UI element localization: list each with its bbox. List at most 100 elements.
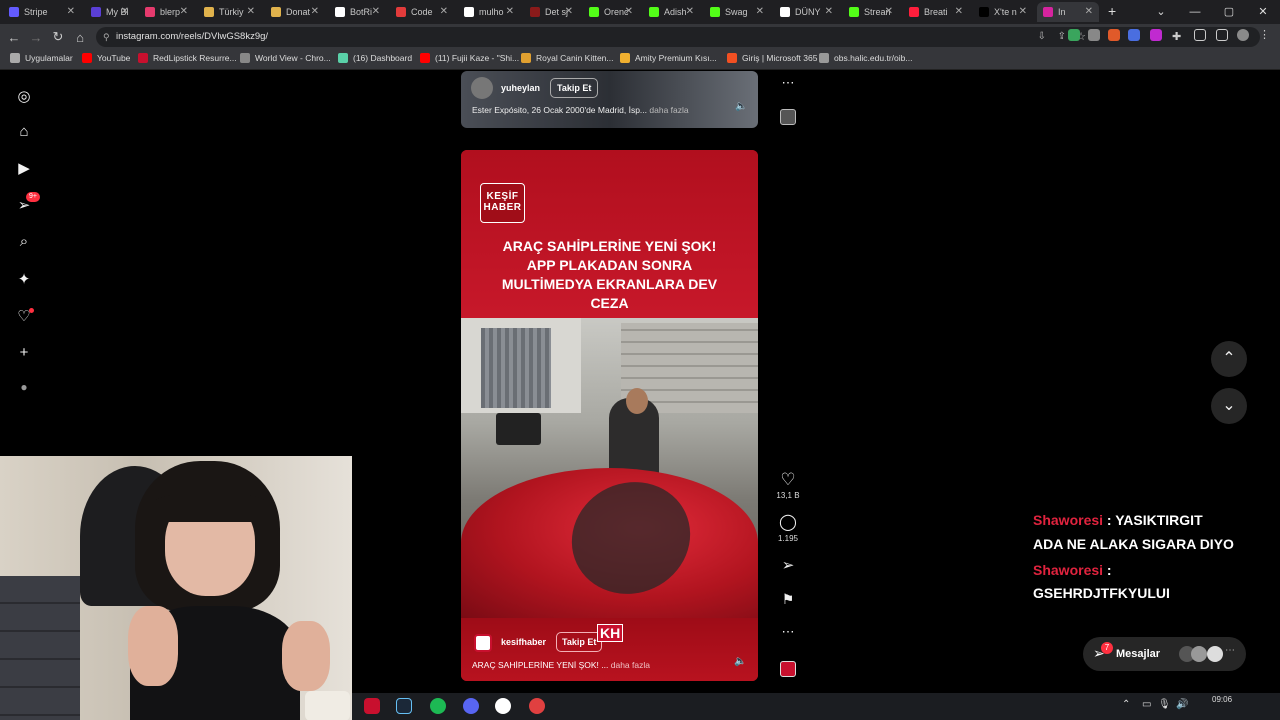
app-spotify-icon[interactable] [430, 698, 446, 714]
reel-video-frame[interactable] [461, 318, 758, 618]
current-reel[interactable]: KEŞİF HABER ARAÇ SAHİPLERİNE YENİ ŞOK! A… [461, 150, 758, 681]
close-tab-icon[interactable]: ✕ [1019, 6, 1027, 17]
close-tab-icon[interactable]: ✕ [180, 6, 188, 17]
reload-icon[interactable]: ↻ [47, 29, 69, 45]
browser-tab[interactable]: Donat ✕ [265, 2, 325, 22]
taskbar-clock[interactable]: 09:06 [1212, 695, 1232, 704]
extension-icon[interactable] [1150, 29, 1162, 41]
bookmark-item[interactable]: Giriş | Microsoft 365 [727, 53, 817, 63]
tray-network-icon[interactable]: ▭ [1142, 699, 1151, 710]
close-tab-icon[interactable]: ✕ [686, 6, 694, 17]
tray-mic-icon[interactable]: 🎙 [1158, 699, 1171, 710]
audio-icon[interactable]: 🔈 [735, 101, 747, 112]
search-icon[interactable]: ⌕ [16, 233, 32, 250]
close-tab-icon[interactable]: ✕ [625, 6, 633, 17]
avatar[interactable] [471, 77, 493, 99]
more-options-icon[interactable]: ⋯ [778, 75, 798, 91]
side-panel-icon[interactable] [1216, 29, 1228, 41]
app-obs-icon[interactable] [495, 698, 511, 714]
save-bookmark-icon[interactable]: ⚑ [778, 591, 798, 608]
extension-icon[interactable] [1088, 29, 1100, 41]
close-tab-icon[interactable]: ✕ [440, 6, 448, 17]
bookmark-item[interactable]: (16) Dashboard [338, 53, 412, 63]
extension-icon[interactable] [1128, 29, 1140, 41]
share-icon[interactable]: ⇪ [1058, 27, 1066, 47]
profile-avatar-icon[interactable] [1237, 29, 1249, 41]
bookmark-item[interactable]: Uygulamalar [10, 53, 73, 63]
extensions-puzzle-icon[interactable]: ✚ [1172, 30, 1184, 43]
reels-icon[interactable]: ▶ [16, 159, 32, 177]
avatar[interactable] [474, 634, 492, 652]
explore-icon[interactable]: ✦ [16, 270, 32, 288]
app-steam-icon[interactable] [396, 698, 412, 714]
more-link[interactable]: daha fazla [649, 105, 688, 115]
browser-tab[interactable]: Breati ✕ [903, 2, 969, 22]
close-window-button[interactable]: ✕ [1246, 0, 1280, 24]
comment-icon[interactable]: ◯ [778, 512, 798, 532]
browser-tab[interactable]: Orenc ✕ [583, 2, 639, 22]
browser-tab[interactable]: Strean ✕ [843, 2, 899, 22]
browser-tab[interactable]: Türkiy ✕ [198, 2, 261, 22]
reel-username[interactable]: yuheylan [501, 83, 540, 93]
browser-tab[interactable]: Code ✕ [390, 2, 454, 22]
audio-thumbnail[interactable] [780, 109, 796, 125]
install-icon[interactable]: ⇩ [1038, 27, 1046, 47]
back-arrow-icon[interactable]: ← [3, 30, 25, 45]
bookmark-item[interactable]: obs.halic.edu.tr/oib... [819, 53, 912, 63]
browser-tab[interactable]: DÜNY ✕ [774, 2, 839, 22]
menu-kebab-icon[interactable]: ⋮ [1259, 28, 1271, 41]
tray-chevron-up-icon[interactable]: ⌃ [1122, 699, 1130, 710]
browser-tab[interactable]: In ✕ [1037, 2, 1099, 22]
bookmark-item[interactable]: Amity Premium Kısı... [620, 53, 717, 63]
bookmark-item[interactable]: (11) Fujii Kaze - "Shi... [420, 53, 519, 63]
previous-reel-chevron-up-icon[interactable]: ⌃ [1211, 341, 1247, 377]
messages-bar[interactable]: ➢ 7 Mesajlar ⋯ [1083, 637, 1246, 671]
close-tab-icon[interactable]: ✕ [825, 6, 833, 17]
address-bar[interactable]: ⚲ instagram.com/reels/DVlwGS8kz9g/ ⇩ ⇪ ☆ [96, 27, 1260, 47]
maximize-button[interactable]: ▢ [1212, 0, 1246, 24]
close-tab-icon[interactable]: ✕ [955, 6, 963, 17]
bookmark-item[interactable]: World View - Chro... [240, 53, 331, 63]
extension-shield-icon[interactable] [1068, 29, 1080, 41]
app-discord-icon[interactable] [463, 698, 479, 714]
previous-reel[interactable]: yuheylan Takip Et Ester Expósito, 26 Oca… [461, 71, 758, 128]
more-options-icon[interactable]: ⋯ [778, 624, 798, 640]
app-voicemod-icon[interactable] [364, 698, 380, 714]
extension-icon[interactable] [1108, 29, 1120, 41]
browser-tab[interactable]: My Bl ✕ [85, 2, 135, 22]
close-tab-icon[interactable]: ✕ [1085, 6, 1093, 17]
bookmark-item[interactable]: RedLipstick Resurre... [138, 53, 237, 63]
close-tab-icon[interactable]: ✕ [885, 6, 893, 17]
more-link[interactable]: daha fazla [611, 660, 650, 670]
app-chrome-icon[interactable] [529, 698, 545, 714]
minimize-button[interactable]: — [1178, 0, 1212, 24]
browser-tab[interactable]: mulho ✕ [458, 2, 520, 22]
browser-tab[interactable]: BotRi ✕ [329, 2, 386, 22]
browser-tab[interactable]: X'te n ✕ [973, 2, 1033, 22]
close-tab-icon[interactable]: ✕ [372, 6, 380, 17]
share-send-icon[interactable]: ➢ [778, 556, 798, 574]
follow-button[interactable]: Takip Et [550, 78, 599, 98]
browser-tab[interactable]: Adish ✕ [643, 2, 700, 22]
close-tab-icon[interactable]: ✕ [247, 6, 255, 17]
close-tab-icon[interactable]: ✕ [565, 6, 573, 17]
forward-arrow-icon[interactable]: → [25, 30, 47, 45]
browser-tab[interactable]: Stripe ✕ [3, 2, 81, 22]
audio-icon[interactable]: 🔈 [734, 656, 746, 667]
close-tab-icon[interactable]: ✕ [506, 6, 514, 17]
next-reel-chevron-down-icon[interactable]: ⌄ [1211, 388, 1247, 424]
site-info-icon[interactable]: ⚲ [103, 27, 110, 47]
like-heart-icon[interactable]: ♡ [778, 470, 798, 490]
browser-tab[interactable]: Det sj ✕ [524, 2, 579, 22]
media-control-icon[interactable] [1194, 29, 1206, 41]
audio-thumbnail[interactable] [780, 661, 796, 677]
reel-username[interactable]: kesifhaber [501, 637, 546, 647]
browser-tab[interactable]: blerp ✕ [139, 2, 194, 22]
bookmark-item[interactable]: YouTube [82, 53, 130, 63]
home-icon[interactable]: ⌂ [16, 123, 32, 140]
instagram-logo-icon[interactable]: ◎ [16, 87, 32, 105]
profile-avatar-icon[interactable]: ● [16, 380, 32, 394]
close-tab-icon[interactable]: ✕ [311, 6, 319, 17]
bookmark-item[interactable]: Royal Canin Kitten... [521, 53, 613, 63]
home-button-icon[interactable]: ⌂ [69, 30, 91, 45]
